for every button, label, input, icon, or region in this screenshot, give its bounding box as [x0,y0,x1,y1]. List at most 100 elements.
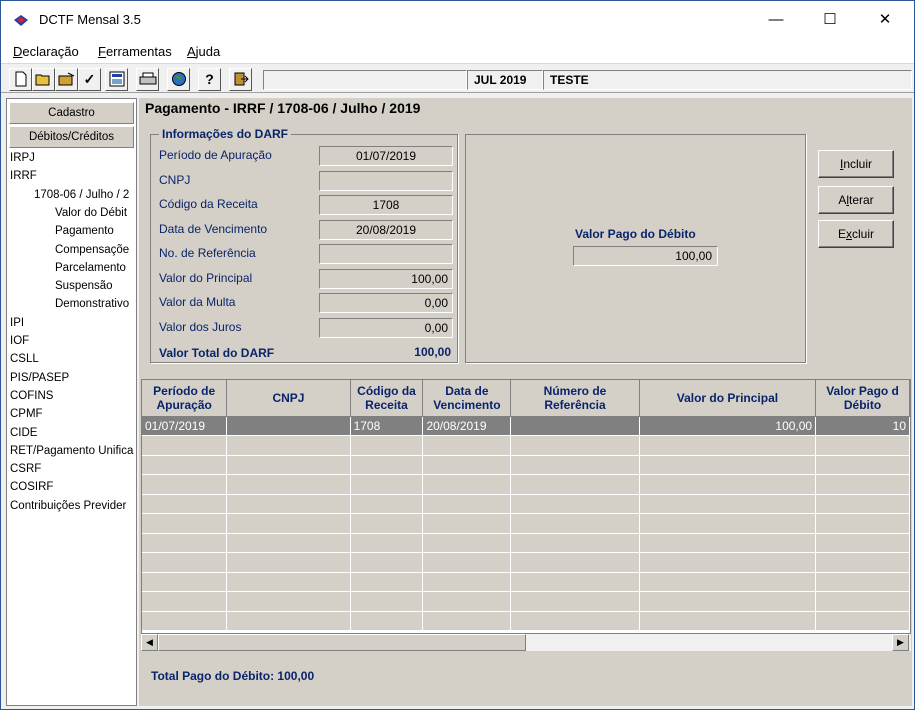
grid-column-header[interactable]: Valor do Principal [639,380,817,417]
tree-item[interactable]: COFINS [10,390,53,402]
horizontal-scrollbar[interactable]: ◀ ▶ [141,633,911,651]
grid-column-header[interactable]: Valor Pago d Débito [815,380,910,417]
table-cell [510,533,640,553]
close-button[interactable]: ✕ [862,1,908,39]
tree-item[interactable]: CSLL [10,353,39,365]
tree-item[interactable]: PIS/PASEP [10,372,69,384]
table-row[interactable] [142,533,910,553]
menu-declaracao[interactable]: Declaração [13,44,79,59]
valor-pago-label: Valor Pago do Débito [575,227,696,241]
darf-field-value[interactable]: 01/07/2019 [319,146,453,166]
calculator-icon[interactable] [105,68,128,91]
maximize-button[interactable]: ☐ [807,1,853,39]
tree-item[interactable]: IOF [10,335,29,347]
tree-item[interactable]: Demonstrativo [55,298,129,310]
table-row[interactable] [142,552,910,573]
header-line: Código da [357,383,416,398]
scroll-right-icon[interactable]: ▶ [892,634,909,651]
table-row[interactable] [142,513,910,534]
table-cell [422,552,512,573]
scroll-thumb[interactable] [158,634,526,651]
print-icon[interactable] [136,68,159,91]
incluir-button[interactable]: Incluir [818,150,894,178]
table-row[interactable] [142,474,910,495]
table-cell [226,416,351,436]
cadastro-button[interactable]: Cadastro [9,102,134,124]
total-pago-label: Total Pago do Débito: 100,00 [151,669,315,683]
debitos-creditos-button[interactable]: Débitos/Créditos [9,126,134,148]
table-row[interactable] [142,455,910,475]
menu-ferramentas[interactable]: Ferramentas [98,44,172,59]
tree-item[interactable]: Compensaçõe [55,244,129,256]
tree-item[interactable]: CIDE [10,427,37,439]
tree-item[interactable]: Valor do Débit [55,207,127,219]
scroll-left-icon[interactable]: ◀ [141,634,158,651]
grid-column-header[interactable]: CNPJ [226,380,351,417]
tree-item[interactable]: Contribuições Previder [10,500,126,512]
check-icon[interactable]: ✓ [78,68,101,91]
app-logo-icon [14,15,28,26]
table-cell [422,533,512,553]
table-row[interactable] [142,494,910,514]
excluir-button[interactable]: Excluir [818,220,894,248]
grid-column-header[interactable]: Número de Referência [510,380,640,417]
left-navigation-pane: Cadastro Débitos/Créditos IRPJ IRRF 1708-0… [6,98,137,706]
table-cell [815,591,910,612]
valor-pago-field[interactable]: 100,00 [573,246,718,266]
table-cell [422,572,512,592]
open-icon[interactable] [55,68,78,91]
open-folder-icon[interactable] [32,68,55,91]
table-cell [350,552,424,573]
table-row[interactable] [142,591,910,612]
minimize-button[interactable]: — [753,1,799,39]
exit-icon[interactable] [229,68,252,91]
table-cell [422,611,512,631]
tree-item[interactable]: Parcelamento [55,262,126,274]
new-file-icon[interactable] [9,68,32,91]
darf-field-label: CNPJ [159,172,191,187]
tree-item[interactable]: COSIRF [10,481,53,493]
tree-item[interactable]: Suspensão [55,280,113,292]
table-cell [422,455,512,475]
darf-field-value[interactable]: 20/08/2019 [319,219,453,240]
tree-item[interactable]: RET/Pagamento Unifica [10,445,133,457]
table-cell [510,494,640,514]
table-cell [815,435,910,456]
table-cell [350,572,424,592]
table-cell [142,611,228,631]
table-cell [226,494,351,514]
grid-column-header[interactable]: Período de Apuração [142,380,228,417]
darf-field-label: Valor dos Juros [159,319,242,334]
tree-item[interactable]: CSRF [10,463,41,475]
tree-item[interactable]: IRRF [10,170,37,182]
table-cell [142,494,228,514]
tree-item[interactable]: 1708-06 / Julho / 2 [34,189,129,201]
darf-field-value[interactable]: 0,00 [319,317,453,338]
table-row[interactable] [142,611,910,631]
darf-field-value[interactable]: 0,00 [319,293,453,313]
payments-grid: Período de Apuração CNPJ Código da Receita Da… [141,379,911,651]
table-row[interactable] [142,572,910,592]
tree-item[interactable]: IRPJ [10,152,35,164]
tree-item[interactable]: IPI [10,317,24,329]
darf-field-value[interactable]: 100,00 [319,268,453,289]
grid-column-header[interactable]: Código da Receita [350,380,424,417]
alterar-button[interactable]: Alterar [818,186,894,214]
table-cell [639,552,817,573]
table-cell [142,455,228,475]
tree-item[interactable]: Pagamento [55,225,114,237]
menu-ajuda[interactable]: Ajuda [187,44,220,59]
table-row[interactable]: 01/07/2019 1708 20/08/2019 100,00 10 [142,416,910,436]
table-row[interactable] [142,435,910,456]
table-cell [422,591,512,612]
darf-field-value[interactable]: 1708 [319,195,453,215]
darf-field-value[interactable] [319,244,453,264]
table-cell: 10 [815,416,910,436]
darf-field-value[interactable] [319,170,453,191]
globe-icon[interactable] [167,68,190,91]
header-line: Débito [843,397,882,412]
tree-item[interactable]: CPMF [10,408,43,420]
grid-column-header[interactable]: Data de Vencimento [422,380,512,417]
help-icon[interactable]: ? [198,68,221,91]
table-cell: 20/08/2019 [422,416,512,436]
